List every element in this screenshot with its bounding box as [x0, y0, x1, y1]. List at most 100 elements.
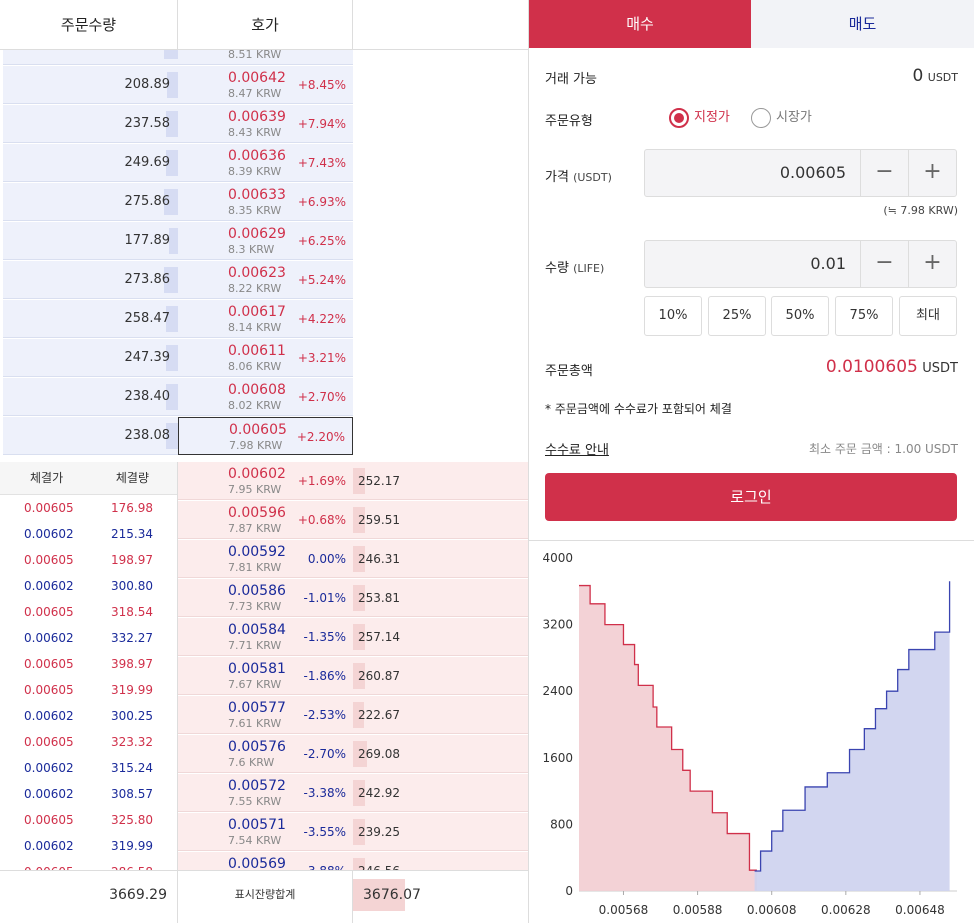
ask-change: +3.21%	[297, 351, 346, 365]
ask-price-cell[interactable]: 0.00611 8.06 KRW +3.21%	[178, 339, 353, 377]
ask-krw: 8.3 KRW	[228, 243, 275, 256]
depth-chart-svg: 0 800 1600 2400 3200 4000 0.00568 0.00588 0.0060…	[542, 551, 957, 917]
price-plus-button[interactable]: +	[908, 150, 956, 196]
bid-change: +0.68%	[297, 513, 346, 527]
trade-price: 0.00605	[24, 553, 74, 567]
bid-qty: 260.87	[358, 669, 400, 683]
bid-price: 0.00602	[228, 466, 286, 482]
order-tabs: 매수 매도	[529, 0, 974, 48]
bid-qty: 222.67	[358, 708, 400, 722]
trade-row: 0.00605 398.97	[0, 651, 177, 677]
y-tick-label: 1600	[542, 751, 573, 765]
bid-qty-cell: 222.67	[353, 696, 528, 734]
ask-qty-cell: 208.89	[3, 66, 178, 104]
ask-price-cell[interactable]: 0.00633 8.35 KRW +6.93%	[178, 183, 353, 221]
y-tick-label: 4000	[542, 551, 573, 565]
bid-price-cell[interactable]: 0.00577 7.61 KRW -2.53%	[178, 696, 353, 734]
ask-qty-cell: 275.86	[3, 183, 178, 221]
trade-price: 0.00605	[24, 683, 74, 697]
ask-row[interactable]: 238.08 0.00605 7.98 KRW +2.20%	[0, 417, 528, 456]
trade-row: 0.00602 300.25	[0, 703, 177, 729]
tab-sell[interactable]: 매도	[751, 0, 974, 48]
ask-price: 0.00633	[228, 187, 286, 203]
ask-price-cell[interactable]: 0.00639 8.43 KRW +7.94%	[178, 105, 353, 143]
ask-row[interactable]: 275.86 0.00633 8.35 KRW +6.93%	[0, 183, 528, 222]
ask-row[interactable]: 237.58 0.00639 8.43 KRW +7.94%	[0, 105, 528, 144]
percent-max-button[interactable]: 최대	[899, 296, 957, 336]
bid-qty-cell: 253.81	[353, 579, 528, 617]
bid-change: -1.35%	[303, 630, 346, 644]
bid-price: 0.00577	[228, 700, 286, 716]
ask-krw: 8.14 KRW	[228, 321, 282, 334]
bid-krw: 7.67 KRW	[228, 678, 282, 691]
bid-price-cell[interactable]: 0.00572 7.55 KRW -3.38%	[178, 774, 353, 812]
ask-price-cell[interactable]: 0.00605 7.98 KRW +2.20%	[178, 417, 353, 455]
percent-75-button[interactable]: 75%	[835, 296, 893, 336]
bid-qty-cell: 259.51	[353, 501, 528, 539]
bid-price-cell[interactable]: 0.00581 7.67 KRW -1.86%	[178, 657, 353, 695]
ask-price-cell[interactable]: 0.00636 8.39 KRW +7.43%	[178, 144, 353, 182]
bid-qty: 242.92	[358, 786, 400, 800]
bid-price-cell[interactable]: 0.00592 7.81 KRW 0.00%	[178, 540, 353, 578]
bid-price-cell[interactable]: 0.00596 7.87 KRW +0.68%	[178, 501, 353, 539]
trade-qty: 332.27	[111, 631, 153, 645]
ask-price-cell[interactable]: 0.00642 8.47 KRW +8.45%	[178, 66, 353, 104]
ask-qty: 177.89	[124, 233, 171, 248]
ask-price: 0.00642	[228, 70, 286, 86]
percent-10-button[interactable]: 10%	[644, 296, 702, 336]
ask-price-cell[interactable]: 0.00617 8.14 KRW +4.22%	[178, 300, 353, 338]
ask-change: +8.45%	[297, 78, 346, 92]
tab-buy[interactable]: 매수	[529, 0, 751, 48]
bid-price-cell[interactable]: 0.00576 7.6 KRW -2.70%	[178, 735, 353, 773]
depth-chart: 0 800 1600 2400 3200 4000 0.00568 0.00588 0.0060…	[529, 540, 974, 923]
qty-plus-button[interactable]: +	[908, 241, 956, 287]
bid-qty: 239.25	[358, 825, 400, 839]
ask-row[interactable]: 177.89 0.00629 8.3 KRW +6.25%	[0, 222, 528, 261]
percent-50-button[interactable]: 50%	[771, 296, 829, 336]
ask-qty-cell: 247.39	[3, 339, 178, 377]
ask-krw: 8.06 KRW	[228, 360, 282, 373]
bid-krw: 7.61 KRW	[228, 717, 282, 730]
qty-minus-button[interactable]: −	[860, 241, 908, 287]
bid-krw: 7.73 KRW	[228, 600, 282, 613]
login-button[interactable]: 로그인	[545, 473, 957, 521]
bid-price-cell[interactable]: 0.00584 7.71 KRW -1.35%	[178, 618, 353, 656]
ask-price-cell[interactable]: 0.00629 8.3 KRW +6.25%	[178, 222, 353, 260]
bid-qty: 269.08	[358, 747, 400, 761]
bid-total: 3676.07	[363, 887, 421, 903]
bid-change: +1.69%	[297, 474, 346, 488]
ask-price: 0.00605	[229, 422, 287, 438]
fee-info-link[interactable]: 수수료 안내	[545, 439, 609, 458]
qty-input[interactable]: 0.01 − +	[644, 240, 957, 288]
price-input[interactable]: 0.00605 − +	[644, 149, 957, 197]
ask-row[interactable]: 258.47 0.00617 8.14 KRW +4.22%	[0, 300, 528, 339]
bid-price: 0.00596	[228, 505, 286, 521]
ask-price: 0.00623	[228, 265, 286, 281]
qty-column-header: 주문수량	[0, 0, 178, 50]
bid-krw: 7.95 KRW	[228, 483, 282, 496]
price-column-header: 호가	[178, 0, 353, 50]
bid-price-cell[interactable]: 0.00602 7.95 KRW +1.69%	[178, 462, 353, 500]
bid-price-cell[interactable]: 0.00571 7.54 KRW -3.55%	[178, 813, 353, 851]
price-minus-button[interactable]: −	[860, 150, 908, 196]
ask-row[interactable]: 247.39 0.00611 8.06 KRW +3.21%	[0, 339, 528, 378]
bid-qty-cell: 242.92	[353, 774, 528, 812]
ask-row[interactable]: 238.40 0.00608 8.02 KRW +2.70%	[0, 378, 528, 417]
ask-row[interactable]: 249.69 0.00636 8.39 KRW +7.43%	[0, 144, 528, 183]
percent-25-button[interactable]: 25%	[708, 296, 766, 336]
bid-krw: 7.54 KRW	[228, 834, 282, 847]
ask-price-cell[interactable]: 0.00608 8.02 KRW +2.70%	[178, 378, 353, 416]
bid-qty-cell: 269.08	[353, 735, 528, 773]
trade-row: 0.00602 332.27	[0, 625, 177, 651]
order-book-footer: 3669.29 표시잔량합계 3676.07	[0, 870, 528, 923]
bid-price-cell[interactable]: 0.00586 7.73 KRW -1.01%	[178, 579, 353, 617]
ask-price: 0.00617	[228, 304, 286, 320]
ask-row[interactable]: 208.89 0.00642 8.47 KRW +8.45%	[0, 66, 528, 105]
trade-price: 0.00602	[24, 761, 74, 775]
bid-price: 0.00581	[228, 661, 286, 677]
ask-price-cell[interactable]: 0.00623 8.22 KRW +5.24%	[178, 261, 353, 299]
ask-row[interactable]: 273.86 0.00623 8.22 KRW +5.24%	[0, 261, 528, 300]
price-unit: (USDT)	[573, 171, 612, 184]
bid-qty-cell: 257.14	[353, 618, 528, 656]
ask-change: +7.43%	[297, 156, 346, 170]
